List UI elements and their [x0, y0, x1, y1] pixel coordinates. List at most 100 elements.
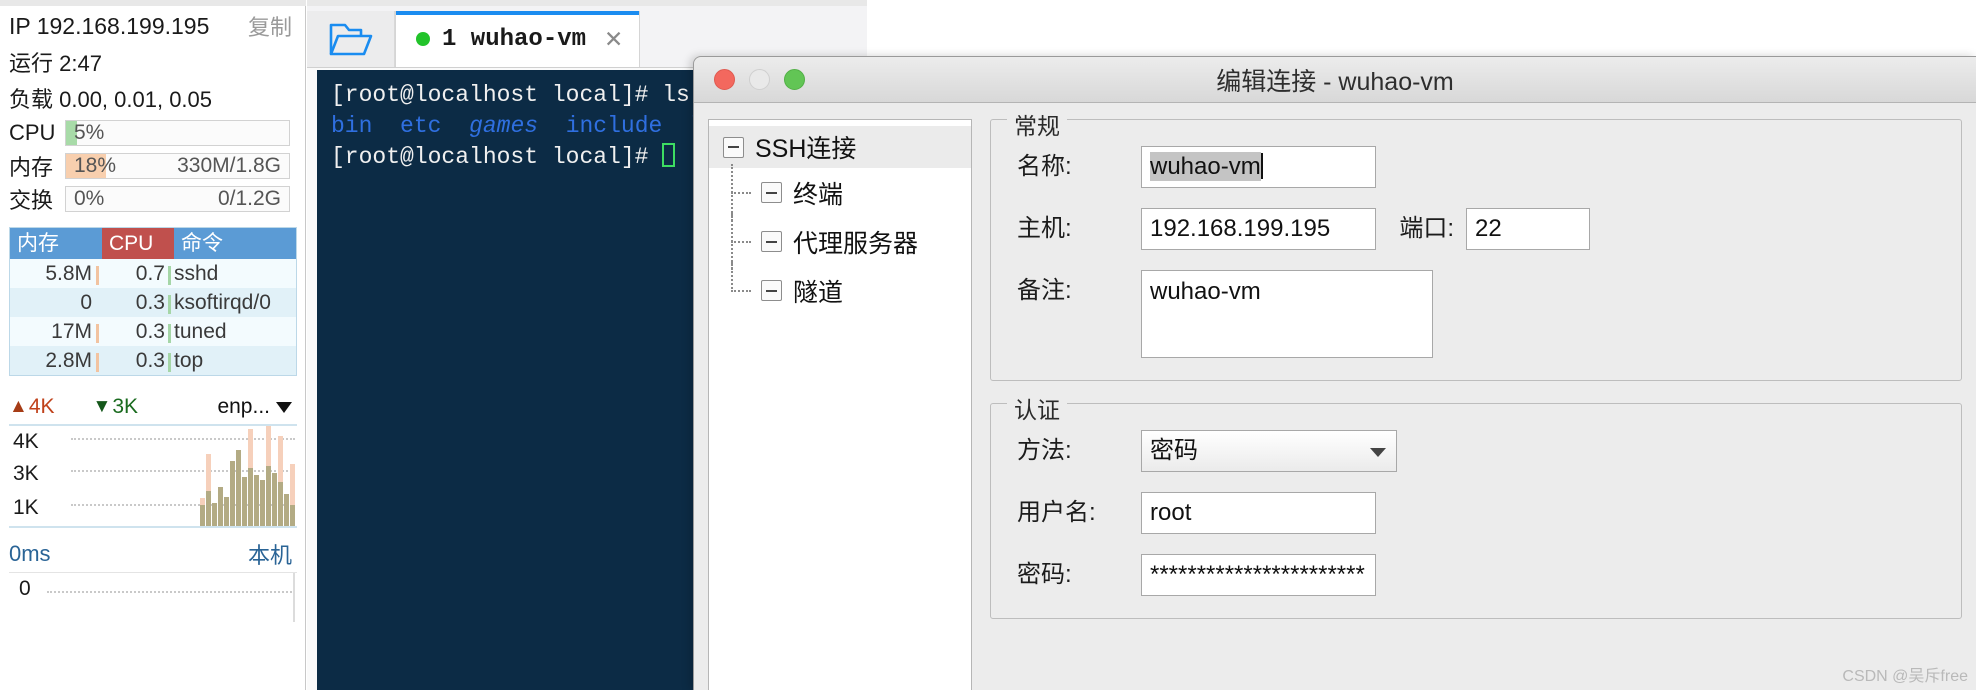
network-traffic-chart: 4K 3K 1K	[9, 424, 297, 528]
download-bar	[236, 450, 241, 526]
cell-cpu-text: 0.3	[135, 319, 165, 343]
terminal-prompt-line: [root@localhost local]# ls	[331, 82, 690, 108]
tree-item-terminal[interactable]: 终端	[709, 164, 971, 221]
cpu-indicator-bar	[168, 294, 171, 314]
download-bar	[218, 487, 223, 526]
memory-gauge-label: 内存	[9, 154, 54, 180]
edit-connection-dialog: 编辑连接 - wuhao-vm SSH连接 终端 代理服务器 隧道 常规 名称:…	[693, 56, 1976, 690]
download-bar	[248, 468, 253, 526]
panel-top-edge	[0, 0, 306, 6]
method-row: 方法: 密码	[1017, 430, 1935, 472]
host-input[interactable]: 192.168.199.195	[1141, 208, 1376, 250]
network-upload-value: 4K	[28, 395, 55, 418]
download-bar	[278, 482, 283, 526]
table-row[interactable]: 5.8M 0.7 sshd	[10, 259, 296, 288]
swap-gauge-value: 0/1.2G	[217, 186, 281, 210]
load-label: 负载 0.00, 0.01, 0.05	[9, 87, 213, 112]
ls-item-etc: etc	[400, 113, 442, 139]
chart-right-edge	[293, 573, 295, 622]
network-chart-ytick-0: 4K	[13, 430, 39, 453]
cell-cpu: 0.3	[102, 349, 174, 373]
name-row: 名称: wuhao-vm	[1017, 146, 1935, 188]
collapse-minus-icon[interactable]	[761, 280, 782, 301]
tree-connector-line	[731, 262, 733, 289]
username-input[interactable]: root	[1141, 492, 1376, 534]
cell-command: top	[174, 348, 204, 372]
note-textarea[interactable]: wuhao-vm	[1141, 270, 1433, 358]
terminal-cursor	[662, 143, 676, 167]
column-header-cpu[interactable]: CPU	[102, 228, 174, 259]
ip-row: IP 192.168.199.195 复制	[0, 8, 306, 44]
tree-item-ssh-connection[interactable]: SSH连接	[709, 126, 971, 168]
table-row[interactable]: 17M 0.3 tuned	[10, 317, 296, 346]
cell-memory-text: 0	[80, 290, 92, 314]
download-bar	[272, 473, 277, 526]
column-header-memory[interactable]: 内存	[10, 228, 102, 259]
system-monitor-panel: IP 192.168.199.195 复制 运行 2:47 负载 0.00, 0…	[0, 0, 306, 690]
table-row[interactable]: 0 0.3 ksoftirqd/0	[10, 288, 296, 317]
ls-item-games: games	[469, 113, 539, 139]
port-input[interactable]: 22	[1466, 208, 1590, 250]
terminal-tab[interactable]: 1 wuhao-vm ✕	[395, 11, 641, 67]
download-bar	[230, 461, 235, 526]
cpu-indicator-bar	[168, 323, 171, 343]
ping-latency-chart: 0	[9, 572, 297, 622]
swap-gauge-label: 交换	[9, 187, 54, 213]
cpu-indicator-bar	[168, 352, 171, 372]
open-folder-button[interactable]	[307, 11, 395, 67]
download-bar	[200, 505, 205, 526]
tree-item-label: 代理服务器	[793, 229, 919, 258]
password-input[interactable]: ***********************	[1141, 554, 1376, 596]
terminal-tab-title: 1 wuhao-vm	[442, 25, 587, 53]
tree-connector-dash	[731, 241, 751, 243]
cell-memory-text: 5.8M	[45, 261, 92, 285]
settings-tree: SSH连接 终端 代理服务器 隧道	[708, 119, 972, 690]
tree-item-proxy-server[interactable]: 代理服务器	[709, 213, 971, 270]
network-legend: ▲ 4K ▼ 3K enp...	[0, 390, 306, 424]
collapse-minus-icon[interactable]	[723, 136, 744, 158]
swap-gauge: 0% 0/1.2G	[65, 185, 290, 212]
arrow-up-icon: ▲	[9, 396, 28, 417]
network-interface-label: enp...	[217, 395, 270, 418]
dialog-title-bar[interactable]: 编辑连接 - wuhao-vm	[694, 57, 1976, 103]
method-label: 方法:	[1017, 437, 1072, 464]
process-table: 内存 CPU 命令 5.8M 0.7 sshd 0 0.3 ksoftirqd/…	[9, 227, 297, 376]
cell-cpu-text: 0.7	[135, 261, 165, 285]
cell-command: tuned	[174, 319, 227, 343]
ping-chart-ytick-0: 0	[19, 577, 31, 600]
name-input[interactable]: wuhao-vm	[1141, 146, 1376, 188]
cell-cpu-text: 0.3	[135, 290, 165, 314]
copy-ip-button[interactable]: 复制	[248, 10, 292, 42]
cell-memory: 5.8M	[10, 262, 102, 286]
ls-item-include: include	[565, 113, 663, 139]
download-bar	[290, 505, 295, 526]
network-interface-selector[interactable]: enp...	[217, 395, 292, 419]
cell-cpu: 0.7	[102, 262, 174, 286]
cpu-gauge-percent: 5%	[74, 120, 105, 144]
download-bar	[212, 503, 217, 526]
swap-gauge-percent: 0%	[74, 186, 105, 210]
collapse-minus-icon[interactable]	[761, 182, 782, 203]
ping-legend: 0ms 本机	[0, 536, 306, 572]
network-download-value: 3K	[112, 395, 138, 418]
tree-item-label: 终端	[793, 180, 844, 209]
column-header-command[interactable]: 命令	[174, 228, 296, 259]
load-row: 负载 0.00, 0.01, 0.05	[0, 80, 306, 116]
tree-item-tunnel[interactable]: 隧道	[709, 262, 971, 315]
table-row[interactable]: 2.8M 0.3 top	[10, 346, 296, 375]
memory-gauge-percent: 18%	[74, 153, 117, 177]
settings-panes: 常规 名称: wuhao-vm 主机: 192.168.199.195 端口: …	[990, 107, 1962, 690]
download-bar	[224, 497, 229, 526]
ping-host-label[interactable]: 本机	[248, 538, 292, 570]
cell-memory-text: 2.8M	[45, 348, 92, 372]
name-label: 名称:	[1017, 153, 1072, 180]
open-folder-icon	[329, 23, 372, 56]
port-label: 端口:	[1399, 215, 1454, 242]
method-select[interactable]: 密码	[1141, 430, 1397, 472]
cpu-indicator-bar	[168, 265, 171, 285]
download-bar	[266, 466, 271, 526]
collapse-minus-icon[interactable]	[761, 231, 782, 252]
download-bar	[284, 494, 289, 526]
close-icon[interactable]: ✕	[604, 26, 623, 53]
cell-memory-text: 17M	[51, 319, 92, 343]
